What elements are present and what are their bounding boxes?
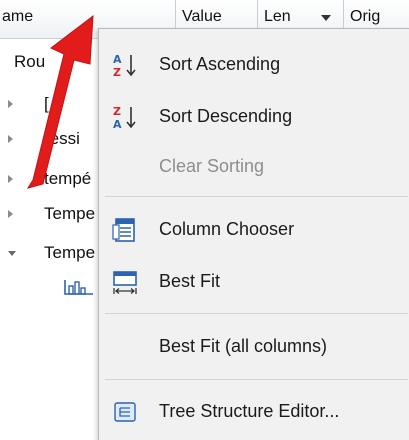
svg-text:Z: Z	[113, 66, 121, 78]
sort-descending-label: Sort Descending	[159, 106, 293, 126]
menu-separator	[105, 196, 408, 197]
menu-separator	[105, 313, 408, 314]
tree-row[interactable]: Tempe	[0, 238, 100, 268]
best-fit-icon	[113, 271, 137, 294]
column-chooser-icon	[112, 218, 135, 242]
tree-structure-editor-label: Tree Structure Editor...	[159, 401, 340, 421]
svg-text:Z: Z	[113, 105, 121, 118]
tree-structure-editor-menu-item[interactable]: Tree Structure Editor...	[99, 388, 409, 434]
sort-ascending-menu-item[interactable]: A Z Sort Ascending	[99, 41, 409, 87]
best-fit-all-columns-menu-item[interactable]: Best Fit (all columns)	[99, 323, 409, 369]
tree-structure-icon	[114, 402, 136, 422]
tree-row[interactable]: Tempe	[0, 199, 100, 229]
menu-separator	[105, 379, 408, 380]
column-chooser-menu-item[interactable]: Column Chooser	[99, 206, 409, 252]
best-fit-menu-item[interactable]: Best Fit	[99, 258, 409, 304]
tree-row-label: [	[44, 94, 49, 113]
column-chooser-label: Column Chooser	[159, 219, 295, 239]
collapse-arrow-icon[interactable]	[8, 251, 16, 256]
tree-row-label: Tempe	[44, 243, 96, 262]
clear-sorting-menu-item[interactable]: Clear Sorting	[99, 143, 409, 189]
tree-row-label: Tempe	[44, 204, 96, 223]
svg-text:A: A	[113, 53, 122, 66]
best-fit-all-columns-label: Best Fit (all columns)	[159, 336, 328, 356]
tree-row-label: Rou	[14, 52, 46, 71]
sort-dropdown-arrow-icon[interactable]	[321, 15, 331, 21]
sort-ascending-icon: A Z	[113, 53, 136, 78]
sort-ascending-label: Sort Ascending	[159, 54, 281, 74]
tree-row-label: ressi	[44, 129, 80, 148]
tree-row[interactable]: [	[0, 89, 100, 119]
expand-arrow-icon[interactable]	[8, 100, 13, 108]
chart-icon	[64, 280, 93, 295]
expand-arrow-icon[interactable]	[8, 210, 13, 218]
sort-descending-menu-item[interactable]: Z A Sort Descending	[99, 93, 409, 139]
tree-row-label: tempé	[44, 169, 92, 188]
expand-arrow-icon[interactable]	[8, 175, 13, 183]
expand-arrow-icon[interactable]	[8, 135, 13, 143]
svg-text:A: A	[113, 118, 122, 130]
column-header-len-label: Len	[264, 8, 291, 25]
tree-row[interactable]: tempé	[0, 164, 100, 194]
tree-row[interactable]: ressi	[0, 124, 100, 154]
tree-row[interactable]: Rou	[0, 47, 100, 77]
clear-sorting-label: Clear Sorting	[159, 156, 265, 176]
best-fit-label: Best Fit	[159, 271, 221, 291]
context-menu: A Z Sort Ascending Z A Sort Descending C…	[98, 28, 409, 440]
sort-descending-icon: Z A	[113, 105, 136, 130]
tree-row[interactable]	[0, 271, 100, 301]
